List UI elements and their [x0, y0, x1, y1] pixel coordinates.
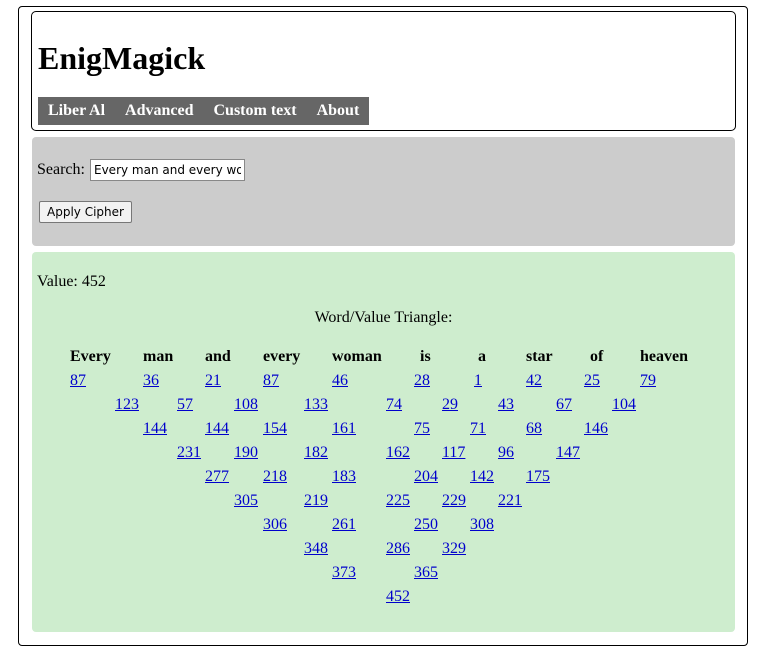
triangle-heading: Word/Value Triangle: [314, 309, 453, 326]
apply-cipher-button[interactable]: Apply Cipher [39, 201, 132, 223]
triangle-value-link[interactable]: 25 [584, 372, 600, 390]
triangle-value-link[interactable]: 373 [332, 564, 356, 582]
triangle-value-link[interactable]: 277 [205, 468, 229, 486]
site-header: EnigMagick Liber Al Advanced Custom text… [31, 11, 736, 131]
triangle-value-link[interactable]: 133 [304, 396, 328, 414]
triangle-value-link[interactable]: 96 [498, 444, 514, 462]
search-panel: Search: Apply Cipher [32, 137, 735, 246]
triangle-value-link[interactable]: 123 [115, 396, 139, 414]
triangle-value-link[interactable]: 117 [442, 444, 465, 462]
triangle-value-link[interactable]: 46 [332, 372, 348, 390]
triangle-value-link[interactable]: 452 [386, 588, 410, 606]
triangle-value-link[interactable]: 286 [386, 540, 410, 558]
nav-about[interactable]: About [317, 102, 360, 120]
triangle-word: and [205, 348, 231, 365]
triangle-value-link[interactable]: 67 [556, 396, 572, 414]
triangle-value-link[interactable]: 68 [526, 420, 542, 438]
triangle-value-link[interactable]: 36 [143, 372, 159, 390]
triangle-value-link[interactable]: 87 [70, 372, 86, 390]
nav-bar: Liber Al Advanced Custom text About [38, 97, 370, 125]
search-input[interactable] [90, 159, 245, 181]
triangle-value-link[interactable]: 261 [332, 516, 356, 534]
triangle-value-link[interactable]: 305 [234, 492, 258, 510]
triangle-value-link[interactable]: 1 [474, 372, 482, 390]
triangle-value-link[interactable]: 144 [205, 420, 229, 438]
triangle-value-link[interactable]: 204 [414, 468, 438, 486]
triangle-word: woman [332, 348, 382, 365]
triangle-word: star [526, 348, 553, 365]
triangle-value-link[interactable]: 43 [498, 396, 514, 414]
triangle-value-link[interactable]: 182 [304, 444, 328, 462]
triangle-value-link[interactable]: 348 [304, 540, 328, 558]
triangle-value-link[interactable]: 74 [386, 396, 402, 414]
triangle-value-link[interactable]: 75 [414, 420, 430, 438]
triangle-word: of [590, 348, 604, 365]
triangle-value-link[interactable]: 218 [263, 468, 287, 486]
triangle-value-link[interactable]: 175 [526, 468, 550, 486]
triangle-value-link[interactable]: 221 [498, 492, 522, 510]
triangle-value-link[interactable]: 154 [263, 420, 287, 438]
triangle-value-link[interactable]: 79 [640, 372, 656, 390]
nav-advanced[interactable]: Advanced [125, 102, 193, 120]
triangle-value-link[interactable]: 250 [414, 516, 438, 534]
triangle-value-link[interactable]: 308 [470, 516, 494, 534]
triangle-word: every [263, 348, 301, 365]
triangle-value-link[interactable]: 365 [414, 564, 438, 582]
triangle-value-link[interactable]: 229 [442, 492, 466, 510]
triangle-value-link[interactable]: 71 [470, 420, 486, 438]
nav-liber-al[interactable]: Liber Al [48, 102, 105, 120]
triangle-value-link[interactable]: 28 [414, 372, 430, 390]
triangle-value-link[interactable]: 183 [332, 468, 356, 486]
triangle-value-link[interactable]: 162 [386, 444, 410, 462]
triangle-value-link[interactable]: 104 [612, 396, 636, 414]
total-value: Value: 452 [37, 273, 106, 290]
triangle-value-link[interactable]: 225 [386, 492, 410, 510]
triangle-value-link[interactable]: 142 [470, 468, 494, 486]
triangle-word: is [420, 348, 431, 365]
triangle-value-link[interactable]: 57 [177, 396, 193, 414]
triangle-value-link[interactable]: 329 [442, 540, 466, 558]
triangle-value-link[interactable]: 190 [234, 444, 258, 462]
triangle-value-link[interactable]: 161 [332, 420, 356, 438]
triangle-word: a [478, 348, 486, 365]
triangle-value-link[interactable]: 29 [442, 396, 458, 414]
triangle-value-link[interactable]: 231 [177, 444, 201, 462]
triangle-value-link[interactable]: 42 [526, 372, 542, 390]
triangle-value-link[interactable]: 21 [205, 372, 221, 390]
triangle-value-link[interactable]: 219 [304, 492, 328, 510]
triangle-value-link[interactable]: 147 [556, 444, 580, 462]
search-label: Search: [37, 161, 85, 178]
triangle-value-link[interactable]: 306 [263, 516, 287, 534]
triangle-word: man [143, 348, 174, 365]
site-title: EnigMagick [38, 40, 206, 76]
triangle-value-link[interactable]: 87 [263, 372, 279, 390]
triangle-value-link[interactable]: 108 [234, 396, 258, 414]
triangle-word: Every [70, 348, 111, 365]
result-panel: Value: 452 Word/Value Triangle: Every man… [32, 252, 735, 632]
nav-custom-text[interactable]: Custom text [214, 102, 297, 120]
triangle-value-link[interactable]: 144 [143, 420, 167, 438]
triangle-word: heaven [640, 348, 688, 365]
triangle-value-link[interactable]: 146 [584, 420, 608, 438]
